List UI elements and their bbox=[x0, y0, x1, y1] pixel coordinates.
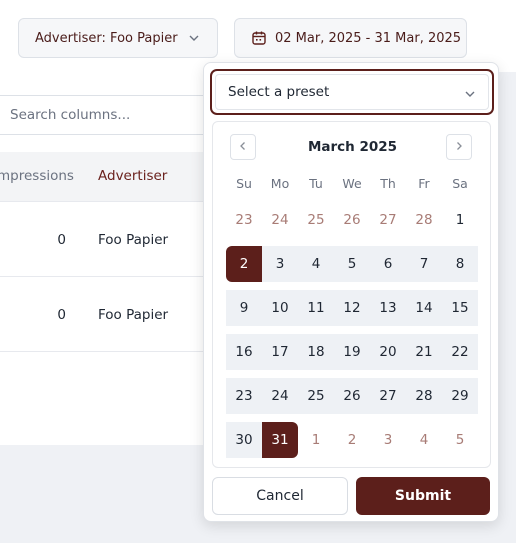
calendar-day[interactable]: 28 bbox=[406, 378, 442, 414]
calendar-day[interactable]: 10 bbox=[262, 290, 298, 326]
calendar-day-range-end[interactable]: 31 bbox=[262, 422, 298, 458]
calendar-day[interactable]: 20 bbox=[370, 334, 406, 370]
weekday-label: Sa bbox=[452, 176, 468, 191]
cell-advertiser: Foo Papier bbox=[98, 307, 169, 323]
cancel-button[interactable]: Cancel bbox=[212, 477, 348, 515]
calendar-day[interactable]: 7 bbox=[406, 246, 442, 282]
column-header-advertiser[interactable]: Advertiser bbox=[98, 168, 167, 184]
calendar-day[interactable]: 17 bbox=[262, 334, 298, 370]
calendar-day[interactable]: 8 bbox=[442, 246, 478, 282]
preset-select[interactable]: Select a preset bbox=[210, 69, 494, 115]
calendar-day[interactable]: 14 bbox=[406, 290, 442, 326]
weekday-label: Tu bbox=[309, 176, 323, 191]
calendar-day[interactable]: 19 bbox=[334, 334, 370, 370]
calendar-day[interactable]: 26 bbox=[334, 378, 370, 414]
calendar-day[interactable]: 4 bbox=[406, 422, 442, 458]
calendar-day[interactable]: 12 bbox=[334, 290, 370, 326]
calendar-day[interactable]: 5 bbox=[334, 246, 370, 282]
search-placeholder: Search columns... bbox=[10, 107, 131, 123]
calendar-day[interactable]: 21 bbox=[406, 334, 442, 370]
calendar-day[interactable]: 13 bbox=[370, 290, 406, 326]
calendar-day[interactable]: 3 bbox=[370, 422, 406, 458]
calendar-day[interactable]: 29 bbox=[442, 378, 478, 414]
chevron-down-icon bbox=[464, 88, 476, 100]
weekday-label: Fr bbox=[418, 176, 430, 191]
preset-select-field[interactable]: Select a preset bbox=[215, 74, 489, 110]
calendar-day-range-start[interactable]: 2 bbox=[226, 246, 262, 282]
calendar-day[interactable]: 4 bbox=[298, 246, 334, 282]
chevron-right-icon bbox=[454, 139, 464, 155]
calendar-day[interactable]: 28 bbox=[406, 202, 442, 238]
calendar-day[interactable]: 11 bbox=[298, 290, 334, 326]
submit-button[interactable]: Submit bbox=[356, 477, 490, 515]
cell-impressions: 0 bbox=[57, 307, 66, 323]
calendar-day[interactable]: 18 bbox=[298, 334, 334, 370]
cell-impressions: 0 bbox=[57, 232, 66, 248]
calendar-day[interactable]: 9 bbox=[226, 290, 262, 326]
advertiser-filter-button[interactable]: Advertiser: Foo Papier bbox=[18, 18, 218, 58]
calendar-day[interactable]: 26 bbox=[334, 202, 370, 238]
date-range-filter-button[interactable]: 02 Mar, 2025 - 31 Mar, 2025 bbox=[234, 18, 467, 58]
advertiser-filter-label: Advertiser: Foo Papier bbox=[35, 30, 178, 46]
calendar-day[interactable]: 27 bbox=[370, 202, 406, 238]
calendar-day[interactable]: 1 bbox=[298, 422, 334, 458]
calendar-icon bbox=[251, 30, 267, 46]
calendar-day[interactable]: 30 bbox=[226, 422, 262, 458]
calendar-day[interactable]: 23 bbox=[226, 202, 262, 238]
weekday-label: We bbox=[342, 176, 362, 191]
chevron-down-icon bbox=[188, 32, 200, 44]
calendar-day[interactable]: 25 bbox=[298, 378, 334, 414]
cell-advertiser: Foo Papier bbox=[98, 232, 169, 248]
weekday-label: Mo bbox=[270, 176, 290, 191]
preset-placeholder: Select a preset bbox=[228, 84, 330, 100]
calendar-day[interactable]: 1 bbox=[442, 202, 478, 238]
calendar-day[interactable]: 5 bbox=[442, 422, 478, 458]
calendar-day[interactable]: 23 bbox=[226, 378, 262, 414]
calendar-day[interactable]: 2 bbox=[334, 422, 370, 458]
calendar-day[interactable]: 27 bbox=[370, 378, 406, 414]
calendar-day[interactable]: 16 bbox=[226, 334, 262, 370]
calendar-day[interactable]: 24 bbox=[262, 202, 298, 238]
calendar-day[interactable]: 3 bbox=[262, 246, 298, 282]
data-table-panel: Search columns... mpressions Advertiser … bbox=[0, 72, 240, 445]
calendar-day[interactable]: 15 bbox=[442, 290, 478, 326]
calendar-day[interactable]: 24 bbox=[262, 378, 298, 414]
calendar-day[interactable]: 25 bbox=[298, 202, 334, 238]
calendar: March 2025 Su Mo Tu We Th Fr Sa 23 24 25 26 27 28 1 2 3… bbox=[212, 121, 491, 468]
date-range-popover: Select a preset March 2025 Su Mo Tu We Th Fr S… bbox=[203, 62, 499, 522]
date-range-label: 02 Mar, 2025 - 31 Mar, 2025 bbox=[275, 30, 462, 46]
weekday-label: Su bbox=[236, 176, 252, 191]
column-header-impressions[interactable]: mpressions bbox=[0, 168, 74, 184]
calendar-day[interactable]: 22 bbox=[442, 334, 478, 370]
calendar-day[interactable]: 6 bbox=[370, 246, 406, 282]
next-month-button[interactable] bbox=[446, 134, 472, 160]
weekday-label: Th bbox=[380, 176, 396, 191]
